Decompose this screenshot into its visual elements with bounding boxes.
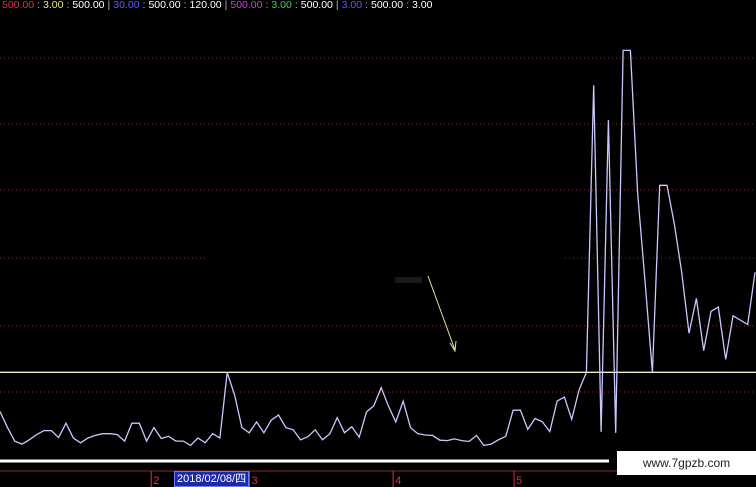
annotation-arrow-shaft <box>427 275 456 351</box>
legend-value: 3.00 <box>341 0 363 11</box>
legend-value: 3.00 <box>271 0 292 11</box>
legend-value: 500.00 <box>371 0 404 11</box>
indicator-chart: 2 3 4 5 <box>0 49 756 487</box>
legend-value: 500.00 <box>72 0 105 11</box>
legend-value: 500.00 <box>300 0 333 11</box>
legend-value: 3.00 <box>412 0 433 11</box>
legend-value: 500.00 <box>2 0 35 11</box>
legend-value: 3.00 <box>43 0 64 11</box>
annotation-arrowhead <box>449 340 457 353</box>
series-line <box>0 49 756 447</box>
x-tick-label: 3 <box>251 475 257 487</box>
indicator-legend: 500.00:3.00:500.00 | 30.00:500.00:120.00 | 5… <box>2 0 433 11</box>
x-tick-label: 5 <box>516 475 522 487</box>
watermark: www.7gpzb.com <box>617 451 756 475</box>
x-tick-label: 4 <box>395 475 401 487</box>
annotation-box <box>395 277 422 283</box>
legend-value: 30.00 <box>113 0 140 11</box>
legend-value: 120.00 <box>189 0 222 11</box>
cursor-date-label: 2018/02/08/四 <box>174 471 250 487</box>
legend-value: 500.00 <box>230 0 263 11</box>
gridlines <box>0 57 756 393</box>
x-tick-label: 2 <box>153 475 159 487</box>
legend-value: 500.00 <box>148 0 181 11</box>
arrow-annotation <box>395 275 457 353</box>
